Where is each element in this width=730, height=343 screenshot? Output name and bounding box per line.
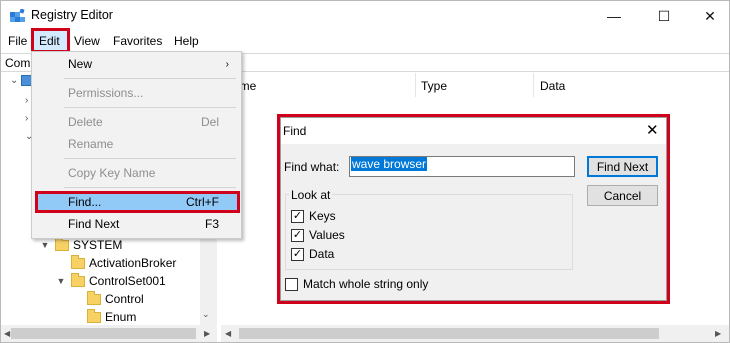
chevron-down-icon[interactable]: ▼ (39, 240, 51, 250)
values-checkbox-row[interactable]: ✓ Values (291, 227, 345, 243)
tree-horizontal-scroll-thumb[interactable] (11, 328, 196, 339)
menu-separator (64, 107, 236, 108)
menu-bar: File View Favorites Help (1, 32, 729, 51)
find-next-button[interactable]: Find Next (587, 156, 658, 177)
scroll-left-icon[interactable]: ◀ (225, 329, 231, 338)
data-checkbox-row[interactable]: ✓ Data (291, 246, 334, 262)
menu-item-permissions[interactable]: Permissions... (32, 82, 241, 104)
values-checkbox[interactable]: ✓ (291, 228, 304, 242)
folder-icon (87, 308, 101, 323)
chevron-right-icon[interactable]: › (25, 95, 28, 106)
edit-menu-dropdown: New › Permissions... Delete Del Rename C… (31, 51, 242, 239)
menu-view[interactable]: View (71, 34, 103, 48)
close-button[interactable]: ✕ (687, 1, 729, 31)
column-divider[interactable] (415, 73, 416, 97)
menu-separator (64, 158, 236, 159)
menu-item-rename[interactable]: Rename (32, 133, 241, 155)
scroll-left-icon[interactable]: ◀ (4, 329, 10, 338)
menu-item-find[interactable]: Find... Ctrl+F (32, 191, 241, 213)
menu-item-shortcut: Del (200, 115, 219, 129)
menu-item-label: Rename (68, 137, 114, 151)
tree-item-label: Enum (105, 310, 137, 324)
keys-checkbox[interactable]: ✓ (291, 209, 304, 223)
data-label: Data (309, 247, 335, 261)
chevron-down-icon[interactable]: ▼ (55, 276, 67, 286)
scroll-right-icon[interactable]: ▶ (715, 329, 721, 338)
tree-item-activationbroker[interactable]: ActivationBroker (55, 254, 176, 272)
folder-icon (71, 272, 85, 287)
menu-item-delete[interactable]: Delete Del (32, 111, 241, 133)
tree-item-label: Control (105, 292, 144, 306)
look-at-label: Look at (289, 188, 333, 202)
title-bar: Registry Editor — ☐ ✕ (1, 1, 729, 32)
folder-icon (55, 236, 69, 251)
menu-item-shortcut: F3 (204, 217, 219, 231)
tree-item-label: ActivationBroker (89, 256, 177, 270)
tree-item-control[interactable]: Control (71, 290, 144, 308)
menu-item-new[interactable]: New › (32, 53, 241, 75)
scroll-down-icon[interactable]: ⌄ (202, 309, 210, 320)
menu-item-label: Delete (68, 115, 103, 129)
data-checkbox[interactable]: ✓ (291, 247, 304, 261)
keys-label: Keys (309, 209, 336, 223)
menu-help[interactable]: Help (171, 34, 202, 48)
menu-item-find-next[interactable]: Find Next F3 (32, 213, 241, 235)
tree-item-label: SYSTEM (73, 238, 123, 252)
match-whole-label: Match whole string only (303, 277, 429, 291)
registry-editor-window: Registry Editor — ☐ ✕ File View Favorite… (0, 0, 730, 343)
column-divider[interactable] (533, 73, 534, 97)
values-horizontal-scroll-thumb[interactable] (239, 328, 659, 339)
address-text: Com (5, 56, 31, 70)
folder-icon (71, 254, 85, 269)
menu-edit[interactable]: Edit (36, 34, 63, 48)
find-what-value: wave browser (351, 157, 428, 171)
folder-icon (87, 290, 101, 305)
chevron-right-icon[interactable]: › (25, 113, 28, 124)
find-dialog-title-bar[interactable]: Find ✕ (281, 118, 666, 144)
column-type-header[interactable]: Type (421, 79, 447, 93)
find-what-input[interactable]: wave browser (349, 156, 575, 177)
cancel-button[interactable]: Cancel (587, 185, 658, 206)
scroll-right-icon[interactable]: ▶ (204, 329, 210, 338)
menu-item-label: Permissions... (68, 86, 144, 100)
minimize-button[interactable]: — (591, 1, 637, 31)
menu-item-copy-key-name[interactable]: Copy Key Name (32, 162, 241, 184)
menu-item-label: Find Next (68, 217, 120, 231)
menu-file[interactable]: File (5, 34, 30, 48)
match-whole-checkbox-row[interactable]: Match whole string only (285, 276, 428, 292)
menu-item-shortcut: Ctrl+F (186, 195, 219, 209)
menu-item-label: New (68, 57, 93, 71)
menu-item-label: Copy Key Name (68, 166, 156, 180)
menu-separator (64, 78, 236, 79)
tree-item-controlset001[interactable]: ▼ ControlSet001 (55, 272, 166, 290)
tree-item-label: ControlSet001 (89, 274, 166, 288)
close-icon[interactable]: ✕ (646, 121, 659, 139)
values-label: Values (309, 228, 345, 242)
chevron-down-icon[interactable]: ⌄ (10, 75, 18, 86)
menu-separator (64, 187, 236, 188)
keys-checkbox-row[interactable]: ✓ Keys (291, 208, 336, 224)
registry-app-icon (10, 9, 25, 22)
match-whole-checkbox[interactable] (285, 277, 298, 291)
column-data-header[interactable]: Data (540, 79, 565, 93)
find-dialog-title: Find (283, 124, 307, 138)
menu-item-label: Find... (68, 195, 102, 209)
chevron-right-icon: › (225, 58, 229, 70)
window-title: Registry Editor (31, 8, 113, 22)
tree-item-enum[interactable]: Enum (71, 308, 136, 326)
find-dialog: Find ✕ Find what: wave browser Find Next… (280, 117, 667, 301)
menu-favorites[interactable]: Favorites (110, 34, 165, 48)
maximize-button[interactable]: ☐ (641, 1, 687, 31)
find-what-label: Find what: (284, 160, 340, 174)
